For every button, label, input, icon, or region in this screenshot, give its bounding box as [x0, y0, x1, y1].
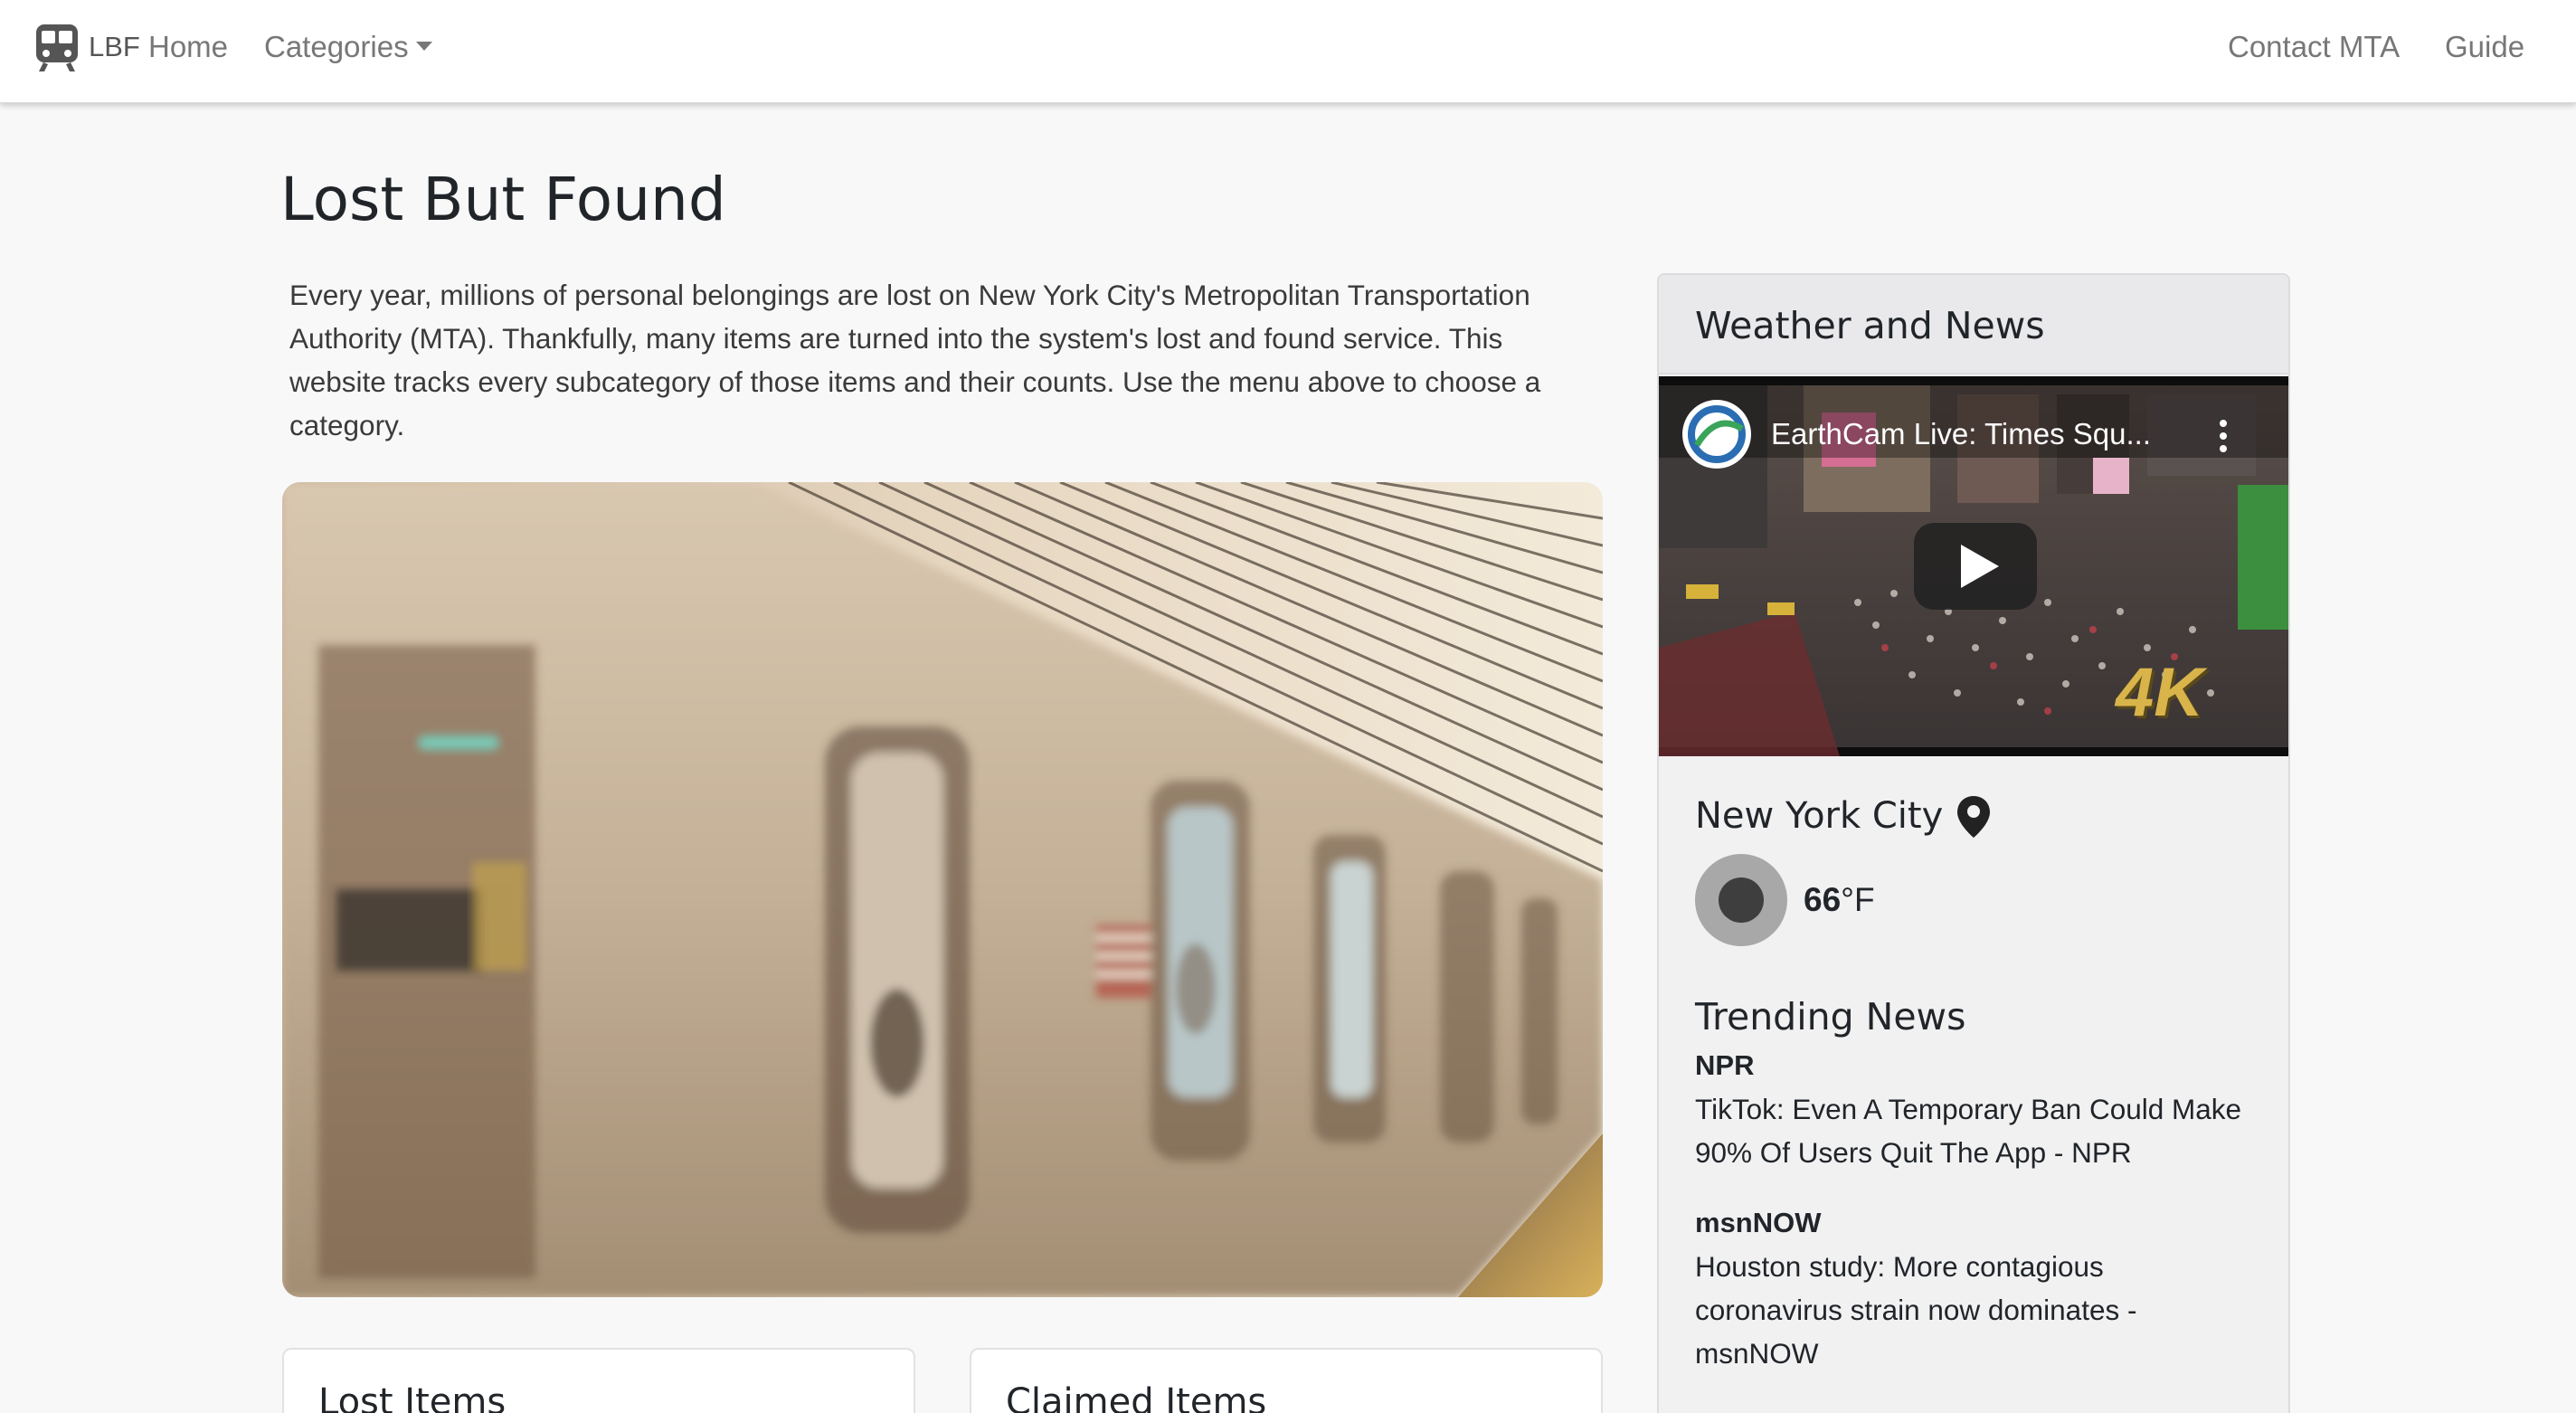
news-source: msnNOW: [1695, 1207, 1822, 1238]
nav-categories-label: Categories: [264, 30, 409, 63]
subway-train-photo: [282, 482, 1603, 1297]
claimed-items-heading: Claimed Items: [1006, 1381, 1267, 1413]
subway-train-icon[interactable]: [34, 23, 80, 73]
claimed-items-card: Claimed Items: [970, 1348, 1603, 1413]
city-name: New York City: [1695, 795, 1944, 837]
navbar: LBF Home Categories Contact MTA Guide: [0, 0, 2576, 103]
weather-news-panel: Weather and News EarthCam Live: Times Sq…: [1657, 273, 2290, 1413]
temperature: 66°F: [1804, 877, 1875, 923]
weather-news-title: Weather and News: [1695, 304, 2045, 347]
youtube-video-embed[interactable]: EarthCam Live: Times Squ... 4K: [1659, 376, 2288, 756]
nav-contact-link[interactable]: Contact MTA: [2228, 27, 2400, 67]
nav-guide-link[interactable]: Guide: [2445, 27, 2524, 67]
intro-paragraph: Every year, millions of personal belongi…: [289, 279, 1541, 441]
lost-items-heading: Lost Items: [318, 1381, 507, 1413]
nav-home-link[interactable]: Home: [148, 27, 228, 67]
weather-condition-icon: [1695, 854, 1787, 946]
temperature-value: 66: [1804, 881, 1842, 918]
lost-items-card: Lost Items: [282, 1348, 915, 1413]
news-headline-link[interactable]: Houston study: More contagious coronavir…: [1695, 1245, 2256, 1375]
location-pin-icon: [1956, 794, 1992, 839]
trending-news-title: Trending News: [1695, 995, 1966, 1038]
nav-categories-dropdown[interactable]: Categories: [264, 27, 432, 67]
news-source: NPR: [1695, 1049, 1755, 1081]
caret-down-icon: [415, 42, 432, 52]
brand-name[interactable]: LBF: [89, 27, 140, 67]
temperature-unit: °F: [1841, 881, 1875, 918]
video-4k-badge: 4K: [2116, 654, 2204, 731]
video-title[interactable]: EarthCam Live: Times Squ...: [1771, 414, 2151, 454]
news-headline-link[interactable]: TikTok: Even A Temporary Ban Could Make …: [1695, 1087, 2256, 1174]
page-title: Lost But Found: [280, 165, 726, 234]
weather-news-header: Weather and News: [1659, 275, 2288, 375]
